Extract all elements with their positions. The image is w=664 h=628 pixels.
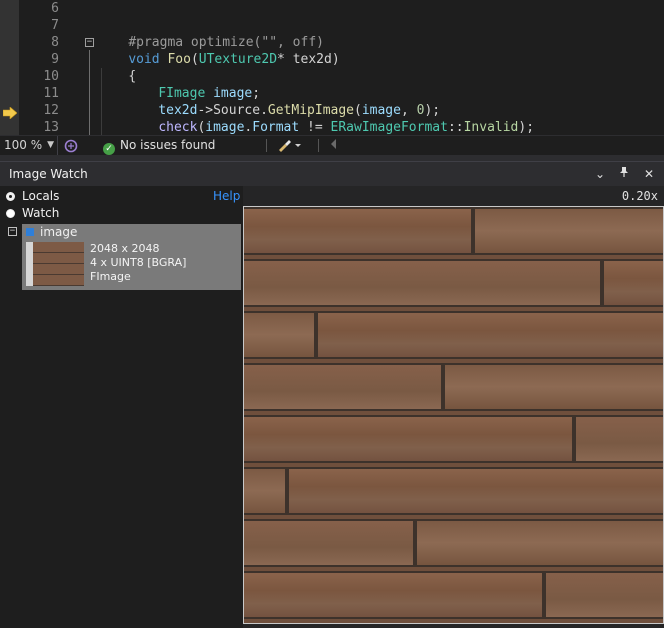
plank-row: [244, 571, 663, 619]
pin-icon[interactable]: [616, 166, 632, 182]
param-text: * tex2d): [277, 52, 340, 67]
variable: image: [205, 120, 245, 135]
panel-titlebar[interactable]: Image Watch ⌄ ✕: [0, 162, 664, 186]
operator: ::: [447, 120, 464, 135]
image-dimensions: 2048 x 2048: [90, 242, 160, 255]
code-line-11[interactable]: tex2d->Source.GetMipImage(image, 0);: [127, 85, 440, 118]
collapse-region-icon[interactable]: −: [85, 38, 94, 47]
plank: [443, 363, 663, 411]
plank-row: [244, 363, 663, 411]
radio-unselected-icon: [6, 209, 15, 218]
function-name: Foo: [167, 52, 191, 67]
line-number: 12: [43, 103, 59, 118]
variable-list-pane: Locals Watch Help − image 2048 x 2048 4 …: [0, 186, 243, 628]
plank: [473, 207, 663, 255]
scroll-left-arrow-icon[interactable]: [331, 139, 336, 149]
image-watch-panel: Image Watch ⌄ ✕ Locals Watch Help − imag…: [0, 161, 664, 628]
plank: [602, 259, 663, 307]
member: Format: [252, 120, 300, 135]
image-format: 4 x UINT8 [BGRA]: [90, 256, 187, 269]
plank: [244, 259, 602, 307]
plank-row: [244, 467, 663, 515]
plank: [316, 311, 663, 359]
panel-title: Image Watch: [9, 167, 88, 181]
plank-row: [244, 415, 663, 463]
line-number: 7: [51, 18, 59, 33]
editor-status-bar: 100 % ▼ ✓ No issues found: [0, 135, 664, 156]
punctuation: );: [518, 120, 535, 135]
plank: [244, 415, 574, 463]
line-number: 11: [43, 86, 59, 101]
issues-indicator[interactable]: ✓ No issues found: [103, 136, 215, 155]
operator: !=: [299, 120, 331, 135]
separator: [318, 139, 319, 152]
code-line-10[interactable]: FImage image;: [127, 68, 260, 101]
fold-guide: [89, 50, 90, 135]
radio-locals[interactable]: Locals: [6, 188, 59, 205]
variable-name: image: [40, 225, 78, 239]
radio-selected-icon: [6, 192, 15, 201]
line-number: 13: [43, 120, 59, 135]
radio-label: Watch: [22, 206, 60, 220]
code-line-7[interactable]: #pragma optimize("", off): [97, 17, 324, 50]
close-icon[interactable]: ✕: [641, 166, 657, 182]
window-position-dropdown-icon[interactable]: ⌄: [592, 166, 608, 182]
zoom-dropdown[interactable]: 100 % ▼: [0, 136, 58, 155]
radio-watch[interactable]: Watch: [6, 205, 59, 222]
code-line-12[interactable]: check(image.Format != ERawImageFormat::I…: [127, 102, 534, 135]
image-canvas[interactable]: [243, 206, 664, 624]
plank: [287, 467, 663, 515]
image-type: FImage: [90, 270, 131, 283]
intellicode-icon[interactable]: [64, 139, 78, 153]
collapse-toggle-icon[interactable]: −: [8, 227, 17, 236]
line-numbers: 6 7 8 9 10 11 12 13: [19, 0, 61, 135]
zoom-factor: 0.20x: [621, 189, 658, 203]
enum-type: ERawImageFormat: [330, 120, 448, 135]
plank-row: [244, 519, 663, 567]
plank-row: [244, 207, 663, 255]
code-line-8[interactable]: void Foo(UTexture2D* tex2d): [97, 34, 339, 67]
plank-row: [244, 259, 663, 307]
chevron-down-icon: ▼: [47, 140, 54, 150]
enum-value: Invalid: [463, 120, 519, 135]
plank: [244, 467, 287, 515]
image-thumbnail: [26, 242, 84, 286]
plank: [415, 519, 663, 567]
line-number: 6: [51, 1, 59, 16]
plank: [244, 571, 544, 619]
plank: [244, 207, 473, 255]
radio-label: Locals: [22, 189, 60, 203]
plank: [574, 415, 663, 463]
line-number: 10: [43, 69, 59, 84]
current-statement-arrow-icon: [2, 104, 18, 123]
code-line-9[interactable]: {: [97, 51, 136, 84]
plank-row: [244, 311, 663, 359]
code-editor[interactable]: 6 7 8 9 10 11 12 13 − #pragma optimize("…: [0, 0, 664, 135]
type-name: UTexture2D: [198, 52, 278, 67]
code-cleanup-brush-icon[interactable]: [277, 138, 303, 155]
plank: [244, 363, 443, 411]
image-variable-item[interactable]: image 2048 x 2048 4 x UINT8 [BGRA] FImag…: [22, 224, 241, 290]
line-number: 8: [51, 35, 59, 50]
plank: [544, 571, 663, 619]
help-link[interactable]: Help: [213, 188, 240, 205]
zoom-value: 100 %: [4, 138, 43, 152]
line-number: 9: [51, 52, 59, 67]
thumbnail-image: [33, 242, 84, 286]
issues-text: No issues found: [120, 138, 216, 152]
image-viewer-pane: 0.20x: [243, 186, 664, 628]
punctuation: (: [190, 52, 199, 67]
variable-icon: [26, 228, 34, 236]
macro-name: check: [158, 120, 198, 135]
plank: [244, 519, 415, 567]
plank: [244, 311, 316, 359]
check-circle-icon: ✓: [103, 143, 115, 155]
separator: [266, 139, 267, 152]
